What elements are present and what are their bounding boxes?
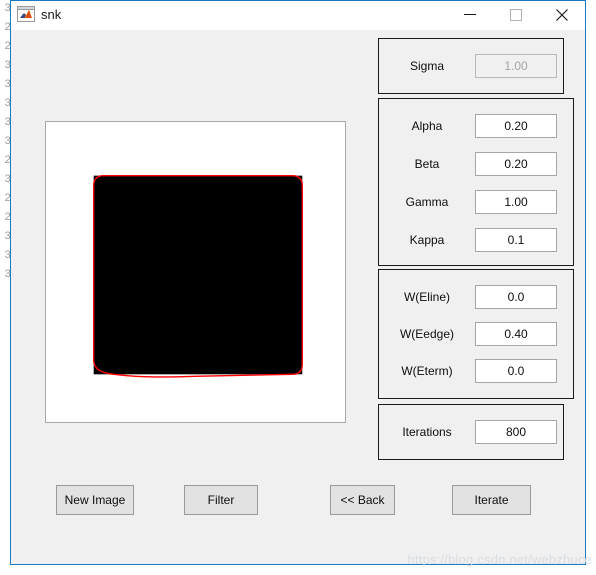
gamma-label: Gamma xyxy=(405,195,449,209)
sigma-label: Sigma xyxy=(409,59,444,73)
field-row: Sigma xyxy=(379,51,563,81)
iterations-input[interactable] xyxy=(475,420,557,444)
field-row: W(Eline) xyxy=(379,282,573,312)
w-eedge-input[interactable] xyxy=(475,322,557,346)
watermark: https://blog.csdn.net/webzhuce xyxy=(407,552,592,567)
alpha-label: Alpha xyxy=(411,119,443,133)
weights-panel: Alpha Beta Gamma Kappa xyxy=(378,98,574,266)
minimize-button[interactable] xyxy=(447,0,493,29)
w-eterm-label: W(Eterm) xyxy=(401,364,453,378)
field-row: W(Eterm) xyxy=(379,356,573,386)
energy-weights-panel: W(Eline) W(Eedge) W(Eterm) xyxy=(378,269,574,399)
field-row: W(Eedge) xyxy=(379,319,573,349)
sigma-panel: Sigma xyxy=(378,38,564,94)
new-image-button[interactable]: New Image xyxy=(56,485,134,515)
sigma-input[interactable] xyxy=(475,54,557,78)
field-row: Iterations xyxy=(379,417,563,447)
beta-label: Beta xyxy=(414,157,440,171)
kappa-label: Kappa xyxy=(409,233,445,247)
field-row: Gamma xyxy=(379,187,573,217)
iterations-panel: Iterations xyxy=(378,404,564,460)
iterate-button[interactable]: Iterate xyxy=(452,485,531,515)
w-eline-input[interactable] xyxy=(475,285,557,309)
alpha-input[interactable] xyxy=(475,114,557,138)
snake-contour-canvas xyxy=(46,122,345,422)
close-icon xyxy=(556,9,568,21)
client-area: Sigma Alpha Beta Gamma Kappa xyxy=(11,30,585,564)
kappa-input[interactable] xyxy=(475,228,557,252)
beta-input[interactable] xyxy=(475,152,557,176)
w-eline-label: W(Eline) xyxy=(403,290,450,304)
minimize-icon xyxy=(464,14,476,15)
field-row: Beta xyxy=(379,149,573,179)
iterations-label: Iterations xyxy=(402,425,452,439)
application-window: snk Sigma 1.00 Alpha 0.20 Beta 0.20 Gamm… xyxy=(10,0,586,565)
field-row: Kappa xyxy=(379,225,573,255)
maximize-button[interactable] xyxy=(493,0,539,29)
field-row: Alpha xyxy=(379,111,573,141)
matlab-icon xyxy=(16,4,36,24)
image-object-square xyxy=(93,175,303,375)
title-bar[interactable]: snk xyxy=(11,0,585,30)
w-eedge-label: W(Eedge) xyxy=(399,327,455,341)
window-title: snk xyxy=(41,7,62,22)
filter-button[interactable]: Filter xyxy=(184,485,258,515)
snake-contour-image[interactable] xyxy=(45,121,346,423)
gamma-input[interactable] xyxy=(475,190,557,214)
back-button[interactable]: << Back xyxy=(330,485,395,515)
w-eterm-input[interactable] xyxy=(475,359,557,383)
maximize-icon xyxy=(510,9,522,21)
close-button[interactable] xyxy=(539,0,585,29)
